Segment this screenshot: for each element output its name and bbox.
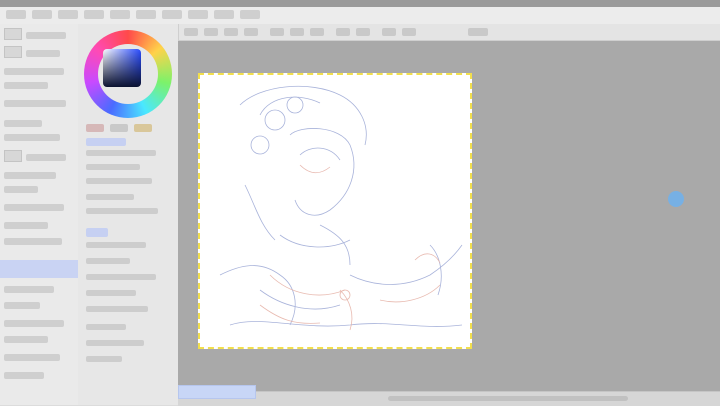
lineart-sketch [219,85,463,331]
color-panel [78,24,179,405]
brush-option[interactable] [86,356,122,362]
menu-filter[interactable] [136,10,156,19]
document-tab[interactable] [178,385,256,399]
color-swatch[interactable] [110,124,128,132]
color-wheel[interactable] [84,30,172,118]
menu-canvas[interactable] [58,10,78,19]
color-swatch[interactable] [86,124,104,132]
menu-view[interactable] [162,10,182,19]
tool-thumb[interactable] [4,150,22,162]
brush-option[interactable] [86,258,130,264]
toolbar-button[interactable] [224,28,238,36]
tool-item[interactable] [4,286,54,293]
tool-item[interactable] [4,372,44,379]
tool-item[interactable] [4,302,40,309]
brush-option[interactable] [86,178,152,184]
brush-option[interactable] [86,228,108,237]
toolbar-button[interactable] [184,28,198,36]
tool-item[interactable] [26,32,66,39]
saturation-value-square[interactable] [103,49,141,87]
tool-item[interactable] [4,172,56,179]
tool-item[interactable] [26,154,66,161]
brush-option[interactable] [86,274,156,280]
tool-item[interactable] [4,336,48,343]
brush-option[interactable] [86,138,126,146]
toolbar-button[interactable] [204,28,218,36]
color-swatch[interactable] [134,124,152,132]
canvas-toolbar [178,24,720,41]
brush-option[interactable] [86,164,140,170]
brush-option[interactable] [86,290,136,296]
tool-item[interactable] [4,82,48,89]
toolbar-button[interactable] [310,28,324,36]
tool-thumb[interactable] [4,46,22,58]
toolbar-button[interactable] [290,28,304,36]
menu-layer[interactable] [84,10,104,19]
left-panel [0,24,79,405]
tool-item[interactable] [4,222,48,229]
menu-select[interactable] [110,10,130,19]
tool-item[interactable] [4,186,38,193]
brush-option[interactable] [86,150,156,156]
menu-bar [0,7,720,25]
brush-option[interactable] [86,194,134,200]
tool-item[interactable] [4,100,66,107]
menu-edit[interactable] [32,10,52,19]
menu-others[interactable] [214,10,234,19]
brush-option[interactable] [86,208,158,214]
toolbar-button[interactable] [356,28,370,36]
menu-window[interactable] [188,10,208,19]
brush-option[interactable] [86,340,144,346]
navigator-slider[interactable] [388,396,628,401]
toolbar-button[interactable] [468,28,488,36]
tool-item[interactable] [4,68,64,75]
workspace [178,41,720,391]
brush-option[interactable] [86,306,148,312]
brush-cursor [668,191,684,207]
tool-item[interactable] [4,134,60,141]
status-bar [178,385,720,406]
toolbar-button[interactable] [402,28,416,36]
brush-option[interactable] [86,242,146,248]
brush-option[interactable] [86,324,126,330]
tool-thumb[interactable] [4,28,22,40]
toolbar-button[interactable] [382,28,396,36]
menu-help[interactable] [240,10,260,19]
tool-item[interactable] [26,50,60,57]
tool-item[interactable] [4,204,64,211]
tool-item[interactable] [4,354,60,361]
toolbar-button[interactable] [244,28,258,36]
toolbar-button[interactable] [336,28,350,36]
tool-item[interactable] [4,238,62,245]
tool-item[interactable] [4,320,64,327]
title-bar [0,0,720,7]
toolbar-button[interactable] [270,28,284,36]
tool-item[interactable] [4,120,42,127]
selected-layer-row[interactable] [0,260,78,278]
menu-file[interactable] [6,10,26,19]
drawing-canvas[interactable] [198,73,472,349]
